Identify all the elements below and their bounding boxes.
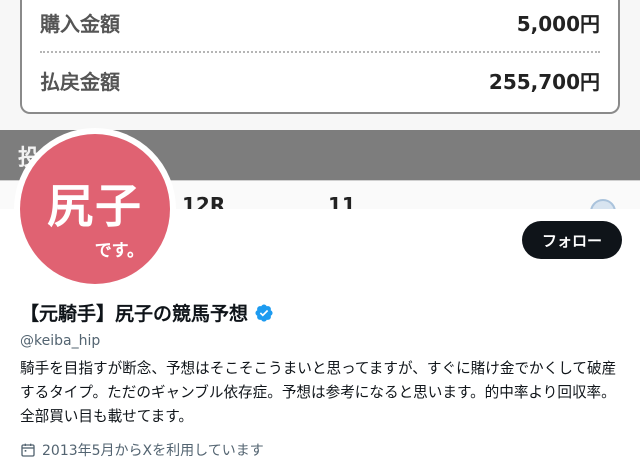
avatar-image: 尻子 です。 <box>20 134 170 284</box>
payout-row: 払戻金額 255,700円 <box>40 58 600 102</box>
purchase-label: 購入金額 <box>40 11 120 36</box>
calendar-icon <box>21 443 35 457</box>
display-name: 【元騎手】尻子の競馬予想 <box>20 299 274 326</box>
result-card: 購入金額 5,000円 払戻金額 255,700円 <box>20 0 620 114</box>
profile-bio: 騎手を目指すが断念、予想はそこそこうまいと思ってますが、すぐに賭け金でかくして破… <box>20 360 617 425</box>
race-label: 12R <box>182 193 226 209</box>
avatar-subtext: です。 <box>94 241 144 261</box>
payout-value: 255,700円 <box>488 69 600 94</box>
join-date: 2013年5月からXを利用しています <box>20 440 264 460</box>
purchase-value: 5,000円 <box>516 11 600 36</box>
follow-button[interactable]: フォロー <box>522 221 622 259</box>
number-label: 11 <box>328 193 356 209</box>
purchase-row: 購入金額 5,000円 <box>40 0 600 44</box>
join-date-text: 2013年5月からXを利用しています <box>42 443 264 459</box>
circle-icon <box>590 199 616 209</box>
verified-badge-icon[interactable] <box>254 303 274 323</box>
payout-label: 払戻金額 <box>40 69 120 94</box>
avatar-text: 尻子 <box>47 179 143 233</box>
user-handle: @keiba_hip <box>20 333 101 349</box>
divider <box>40 51 600 53</box>
avatar[interactable]: 尻子 です。 <box>14 128 176 290</box>
display-name-text: 【元騎手】尻子の競馬予想 <box>20 303 249 325</box>
